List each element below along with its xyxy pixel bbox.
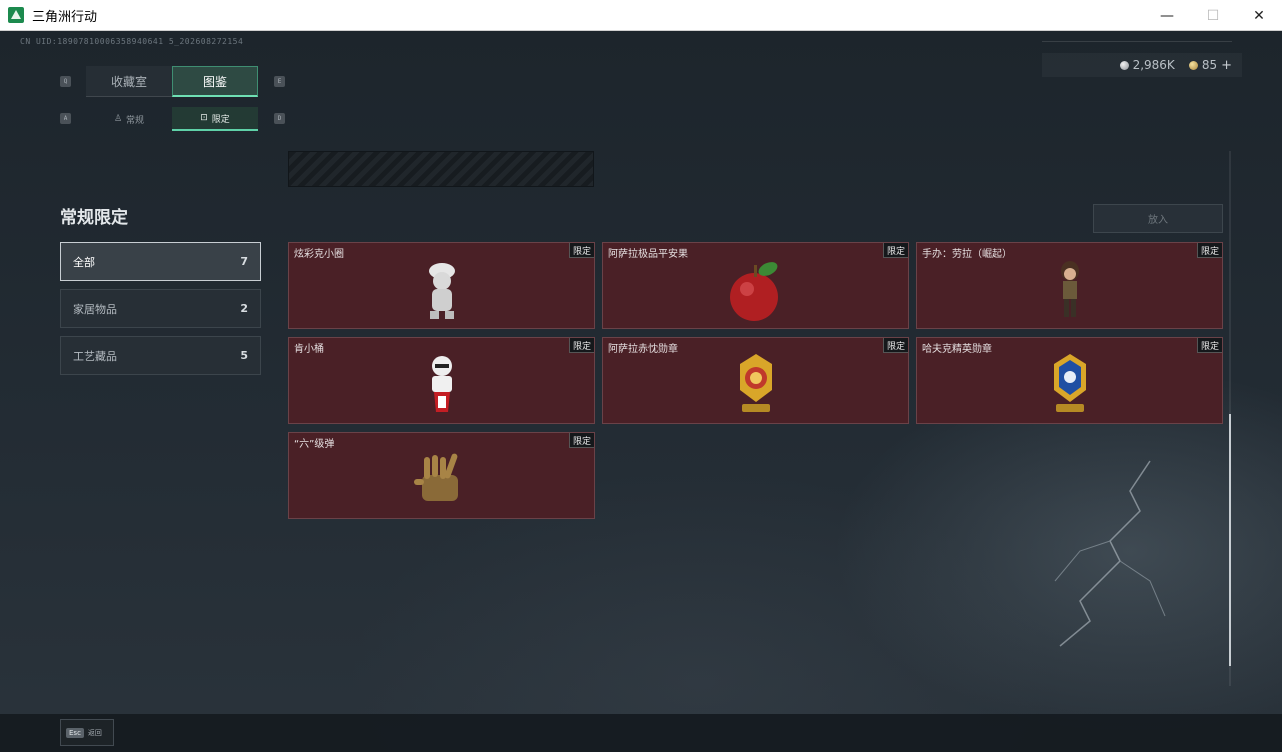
gold-medal-icon — [739, 354, 772, 412]
category-count: 5 — [240, 349, 248, 362]
bottom-bar — [0, 714, 1282, 752]
scrollbar-thumb[interactable] — [1229, 414, 1231, 666]
silver-coin-icon — [1119, 60, 1129, 70]
back-label: 返回 — [87, 728, 102, 737]
window-title: 三角洲行动 — [32, 9, 98, 25]
lightning-decoration — [1054, 460, 1166, 647]
category-label: 全部 — [73, 255, 95, 269]
close-button[interactable]: ✕ — [1236, 0, 1282, 31]
lara-figure-icon — [1060, 261, 1079, 317]
category-crafts[interactable]: 工艺藏品 5 — [60, 336, 261, 375]
sub-tabs: ♙ 常规 ⊡ 限定 — [86, 107, 258, 131]
item-card[interactable]: 哈夫克精英勋章 限定 — [916, 337, 1223, 424]
game-screen: CN UID:18907810006358940641 5_2026082721… — [0, 31, 1282, 752]
key-hint-q: Q — [60, 76, 71, 87]
frame-icon: ⊡ — [200, 113, 208, 123]
app-logo-icon — [8, 7, 24, 23]
limited-tag: 限定 — [882, 338, 908, 353]
item-card[interactable]: 肯小桶 限定 — [288, 337, 595, 424]
item-name: 炫彩克小圈 — [294, 249, 344, 260]
collection-banner — [288, 151, 594, 187]
place-button[interactable]: 放入 — [1093, 204, 1223, 233]
item-name: 肯小桶 — [294, 344, 324, 355]
apple-icon — [729, 262, 778, 321]
category-household[interactable]: 家居物品 2 — [60, 289, 261, 328]
item-name: 阿萨拉极品平安果 — [608, 249, 688, 260]
category-list: 全部 7 家居物品 2 工艺藏品 5 — [60, 242, 261, 383]
category-count: 7 — [240, 255, 248, 268]
subtab-regular[interactable]: ♙ 常规 — [86, 107, 172, 131]
item-name: 手办：劳拉（崛起） — [922, 249, 1012, 260]
currency-bar: 2,986K 85 + — [1042, 53, 1242, 77]
key-hint-a: A — [60, 113, 71, 124]
bullet-hand-icon — [413, 453, 458, 501]
section-title: 常规限定 — [60, 208, 128, 228]
subtab-limited-label: 限定 — [211, 114, 230, 125]
main-tabs: 收藏室 图鉴 — [86, 66, 258, 97]
limited-tag: 限定 — [882, 243, 908, 258]
user-uid: CN UID:18907810006358940641 5_2026082721… — [20, 37, 244, 46]
limited-tag: 限定 — [568, 433, 594, 448]
back-button[interactable]: Esc 返回 — [60, 719, 114, 746]
item-card[interactable]: 阿萨拉极品平安果 限定 — [602, 242, 909, 329]
key-hint-d: D — [274, 113, 285, 124]
item-card[interactable]: 阿萨拉赤忱勋章 限定 — [602, 337, 909, 424]
maximize-button[interactable]: ☐ — [1190, 0, 1236, 31]
item-card[interactable]: 炫彩克小圈 限定 — [288, 242, 595, 329]
silver-amount: 2,986K — [1132, 58, 1175, 72]
item-name: “六”级弹 — [294, 439, 335, 450]
limited-tag: 限定 — [1196, 243, 1222, 258]
esc-key: Esc — [66, 727, 84, 738]
blue-medal-icon — [1053, 354, 1086, 412]
tab-collection-room[interactable]: 收藏室 — [86, 66, 172, 97]
limited-tag: 限定 — [568, 338, 594, 353]
gold-amount: 85 — [1201, 58, 1218, 72]
bucket-figure-icon — [431, 356, 452, 412]
item-card[interactable]: 手办：劳拉（崛起） 限定 — [916, 242, 1223, 329]
trophy-icon: ♙ — [113, 114, 123, 124]
window-controls: — ☐ ✕ — [1144, 0, 1282, 31]
category-label: 家居物品 — [73, 302, 117, 316]
subtab-regular-label: 常规 — [126, 115, 145, 126]
category-label: 工艺藏品 — [73, 349, 117, 363]
add-currency-button[interactable]: + — [1221, 58, 1232, 73]
gold-currency: 85 + — [1188, 58, 1232, 73]
item-name: 阿萨拉赤忱勋章 — [608, 344, 678, 355]
gold-coin-icon — [1188, 60, 1198, 70]
minimize-button[interactable]: — — [1144, 0, 1190, 31]
category-count: 2 — [240, 302, 248, 315]
key-hint-e: E — [274, 76, 285, 87]
subtab-limited[interactable]: ⊡ 限定 — [172, 107, 258, 131]
category-all[interactable]: 全部 7 — [60, 242, 261, 281]
tab-catalog[interactable]: 图鉴 — [172, 66, 258, 97]
item-name: 哈夫克精英勋章 — [922, 344, 992, 355]
item-card[interactable]: “六”级弹 限定 — [288, 432, 595, 519]
figurine-icon — [428, 263, 455, 319]
window-titlebar: 三角洲行动 — ☐ ✕ — [0, 0, 1282, 31]
limited-tag: 限定 — [568, 243, 594, 258]
top-divider — [1042, 41, 1232, 42]
silver-currency: 2,986K — [1119, 58, 1175, 72]
limited-tag: 限定 — [1196, 338, 1222, 353]
